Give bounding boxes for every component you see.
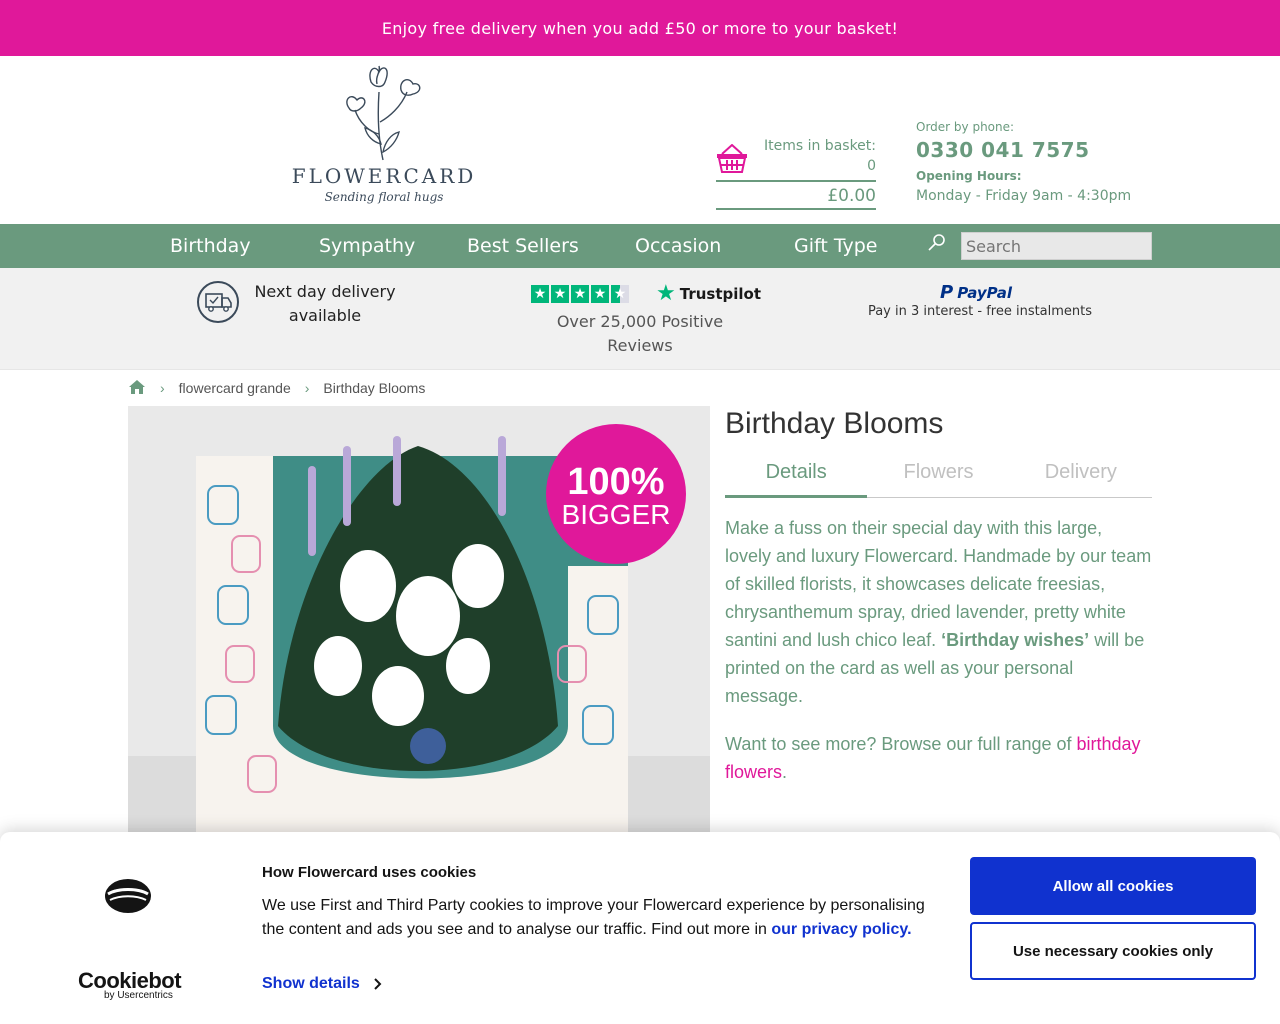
opening-hours-label: Opening Hours:: [916, 169, 1022, 183]
trustpilot-stars[interactable]: ★ ★ ★ ★ ★: [531, 285, 629, 303]
product-description: Make a fuss on their special day with th…: [725, 514, 1152, 710]
nav-item-birthday[interactable]: Birthday: [170, 224, 251, 268]
nav-item-sympathy[interactable]: Sympathy: [319, 224, 415, 268]
contact-info: Order by phone: 0330 041 7575 Opening Ho…: [916, 119, 1176, 207]
promo-text: Enjoy free delivery when you add £50 or …: [381, 18, 899, 38]
logo-tagline: Sending floral hugs: [324, 190, 444, 204]
see-more-suffix: .: [782, 762, 788, 782]
search-input[interactable]: [961, 232, 1152, 260]
product-tabs: Details Flowers Delivery: [725, 454, 1152, 498]
product-info: Birthday Blooms Details Flowers Delivery…: [725, 404, 1152, 786]
tab-delivery[interactable]: Delivery: [1010, 454, 1152, 497]
breadcrumb-link-flowercard-grande[interactable]: flowercard grande: [179, 380, 291, 396]
home-icon[interactable]: [128, 379, 146, 398]
badge-percent: 100%: [567, 461, 664, 503]
basket-total: £0.00: [716, 182, 876, 210]
see-more-text: Want to see more? Browse our full range …: [725, 730, 1152, 786]
necessary-cookies-only-button[interactable]: Use necessary cookies only: [970, 922, 1256, 980]
main-navigation: Birthday Sympathy Best Sellers Occasion …: [0, 224, 1280, 268]
cookie-banner-title: How Flowercard uses cookies: [262, 864, 477, 881]
delivery-van-icon: [196, 280, 240, 328]
badge-bigger: BIGGER: [562, 499, 671, 530]
nav-item-best-sellers[interactable]: Best Sellers: [467, 224, 579, 268]
breadcrumb: › flowercard grande › Birthday Blooms: [128, 378, 425, 398]
privacy-policy-link[interactable]: our privacy policy.: [771, 921, 911, 938]
trustpilot-logo[interactable]: ★ Trustpilot: [656, 281, 761, 306]
product-photo-illustration: 100% BIGGER: [128, 406, 710, 836]
chevron-right-icon: ›: [304, 380, 310, 396]
see-more-prefix: Want to see more? Browse our full range …: [725, 734, 1077, 754]
description-bold-text: ‘Birthday wishes’: [941, 630, 1090, 650]
show-details-label: Show details: [262, 975, 360, 992]
tab-details[interactable]: Details: [725, 454, 868, 498]
site-logo[interactable]: FLOWERCARD Sending floral hugs: [286, 62, 482, 218]
trustpilot-star-icon: ★: [656, 281, 676, 306]
phone-number[interactable]: 0330 041 7575: [916, 135, 1176, 165]
opening-hours-value: Monday - Friday 9am - 4:30pm: [916, 188, 1132, 204]
usp-bar: Next day delivery available ★ ★ ★ ★ ★ ★ …: [0, 268, 1280, 370]
nav-item-gift-type[interactable]: Gift Type: [794, 224, 878, 268]
cookiebot-subtitle: by Usercentrics: [104, 990, 173, 1001]
tab-flowers[interactable]: Flowers: [867, 454, 1009, 497]
order-by-phone-label: Order by phone:: [916, 120, 1015, 134]
cookie-banner-text: We use First and Third Party cookies to …: [262, 894, 942, 942]
logo-wordmark: FLOWERCARD: [291, 164, 477, 188]
product-image[interactable]: 100% BIGGER: [128, 406, 710, 836]
paypal-wordmark: PayPal: [957, 283, 1012, 302]
star-icon: ★: [591, 285, 609, 303]
chevron-right-icon: ›: [160, 380, 165, 396]
chevron-right-icon: [374, 978, 382, 990]
trustpilot-wordmark: Trustpilot: [679, 285, 761, 303]
paypal-instalments-text: Pay in 3 interest - free instalments: [867, 304, 1093, 319]
cookiebot-logo-icon: [104, 878, 152, 919]
star-icon: ★: [571, 285, 589, 303]
flower-logo-icon: [346, 65, 421, 161]
star-icon: ★: [531, 285, 549, 303]
site-header: FLOWERCARD Sending floral hugs Items in …: [0, 56, 1280, 224]
product-title: Birthday Blooms: [725, 407, 944, 440]
breadcrumb-current: Birthday Blooms: [323, 380, 426, 396]
next-day-delivery-text: Next day delivery available: [254, 282, 396, 325]
basket-summary[interactable]: Items in basket: 0 £0.00: [716, 136, 876, 210]
nav-item-occasion[interactable]: Occasion: [635, 224, 721, 268]
paypal-p-icon: P: [940, 282, 954, 303]
basket-icon: [716, 143, 748, 178]
show-details-button[interactable]: Show details: [262, 975, 382, 993]
reviews-text: Over 25,000 Positive Reviews: [556, 312, 724, 355]
allow-all-cookies-button[interactable]: Allow all cookies: [970, 857, 1256, 915]
star-icon: ★: [551, 285, 569, 303]
paypal-logo: P PayPal: [940, 282, 1012, 303]
half-star-icon: ★: [611, 285, 629, 303]
cookie-consent-banner: Cookiebot by Usercentrics How Flowercard…: [0, 832, 1280, 1024]
search-icon[interactable]: [928, 233, 946, 255]
promo-banner: Enjoy free delivery when you add £50 or …: [0, 0, 1280, 56]
